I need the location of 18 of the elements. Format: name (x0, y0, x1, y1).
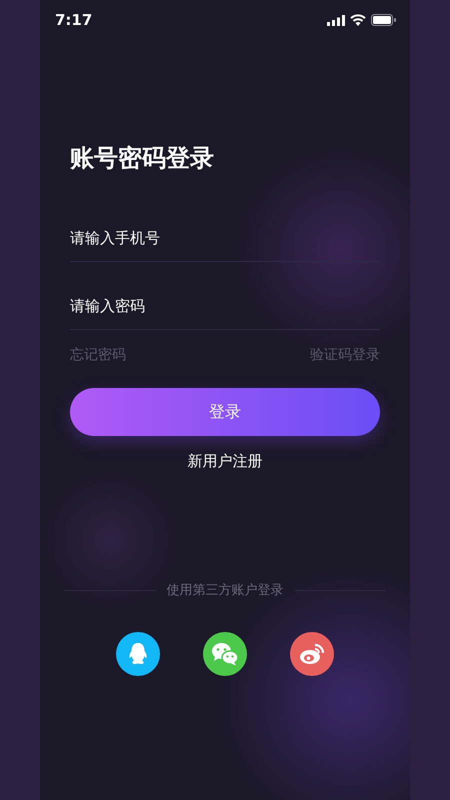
status-time: 7:17 (55, 11, 92, 29)
eye-login-button[interactable] (290, 632, 334, 676)
chat-bubbles-icon (211, 642, 239, 666)
login-button[interactable]: 登录 (70, 388, 380, 436)
wifi-icon (350, 14, 366, 26)
eye-icon (299, 643, 325, 665)
chat-bubbles-login-button[interactable] (203, 632, 247, 676)
signal-icon (327, 14, 345, 26)
battery-icon (371, 14, 396, 26)
divider-label: 使用第三方账户登录 (166, 582, 284, 599)
register-link[interactable]: 新用户注册 (188, 452, 262, 471)
page-title: 账号密码登录 (70, 143, 215, 174)
text-link[interactable]: 忘记密码 (70, 346, 126, 364)
penguin-icon (127, 642, 149, 666)
input-field[interactable]: 请输入手机号 (70, 214, 380, 262)
text-link[interactable]: 验证码登录 (310, 346, 380, 364)
penguin-login-button[interactable] (116, 632, 160, 676)
input-field[interactable]: 请输入密码 (70, 282, 380, 330)
